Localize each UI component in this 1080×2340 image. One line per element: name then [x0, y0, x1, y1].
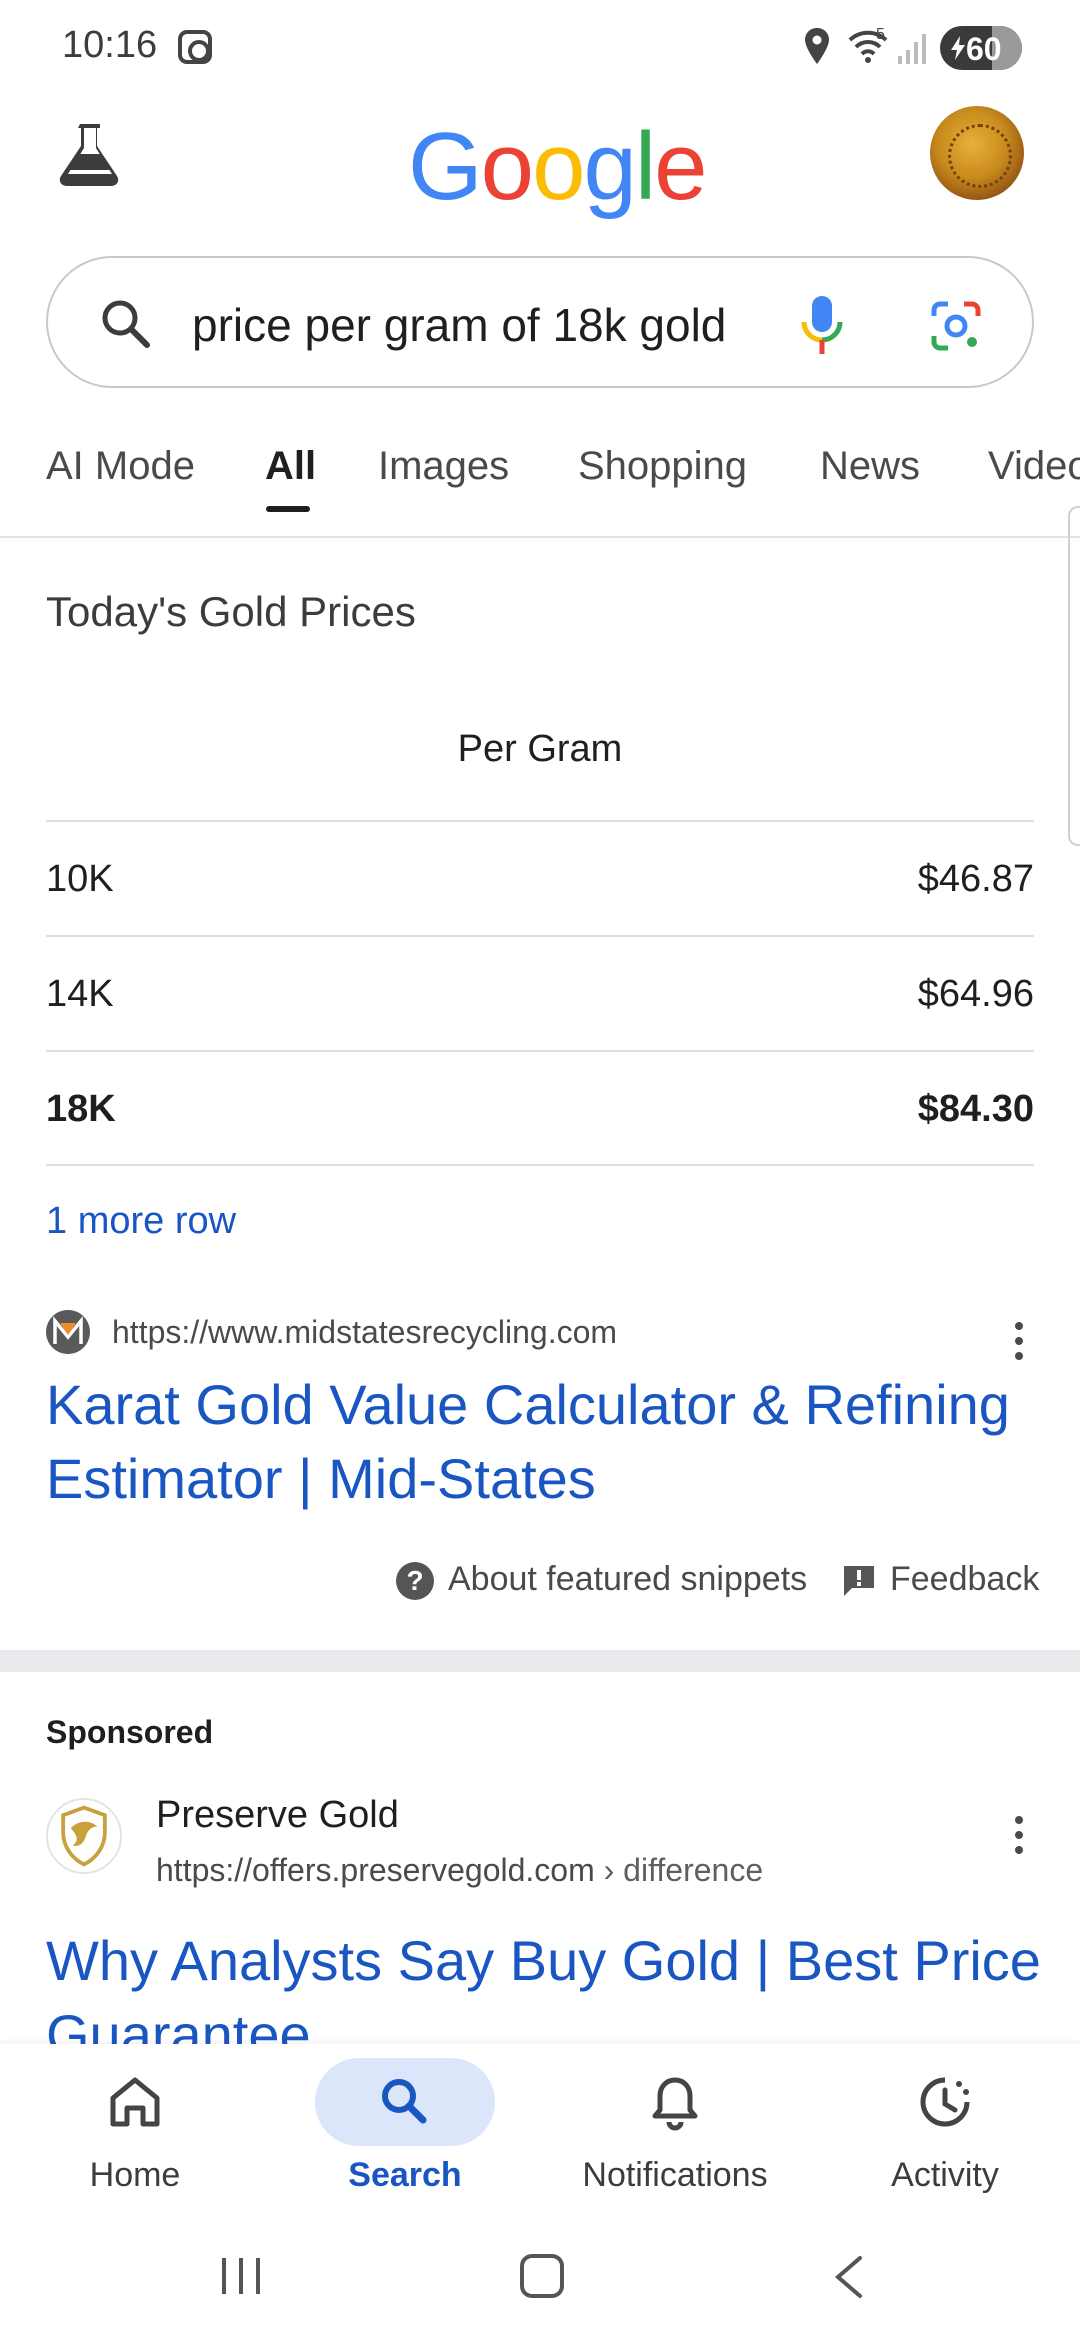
nav-activity[interactable]: Activity	[810, 2044, 1080, 2220]
account-avatar[interactable]	[930, 106, 1024, 200]
karat-label: 10K	[46, 858, 114, 900]
price-value: $64.96	[917, 973, 1034, 1015]
table-column-header: Per Gram	[457, 728, 623, 770]
search-box[interactable]: price per gram of 18k gold	[46, 256, 1034, 388]
tab-shopping[interactable]: Shopping	[578, 444, 747, 489]
ad-url-domain: https://offers.preservegold.com	[156, 1852, 595, 1888]
instagram-notification-icon	[178, 30, 212, 64]
table-divider	[46, 1164, 1034, 1166]
activity-history-icon	[920, 2077, 970, 2127]
nav-home[interactable]: Home	[0, 2044, 270, 2220]
recents-icon[interactable]	[218, 2256, 264, 2296]
sponsored-label: Sponsored	[46, 1714, 214, 1750]
gold-prices-title: Today's Gold Prices	[46, 588, 416, 635]
nav-notifications[interactable]: Notifications	[540, 2044, 810, 2220]
google-logo[interactable]: Google	[408, 112, 708, 222]
ad-more-options-icon[interactable]	[1012, 1816, 1024, 1856]
result-title-link[interactable]: Karat Gold Value Calculator & Refining E…	[46, 1368, 1026, 1516]
search-input[interactable]: price per gram of 18k gold	[192, 298, 726, 352]
nav-activity-label: Activity	[891, 2156, 999, 2194]
bell-icon	[652, 2077, 698, 2131]
battery-indicator: 60	[940, 26, 1022, 70]
back-icon[interactable]	[830, 2254, 866, 2300]
tab-videos[interactable]: Videos	[988, 444, 1080, 489]
status-time: 10:16	[62, 24, 158, 66]
ad-title-link[interactable]: Why Analysts Say Buy Gold | Best Price G…	[46, 1924, 1046, 2044]
nav-search[interactable]: Search	[270, 2044, 540, 2220]
google-lens-icon[interactable]	[928, 298, 984, 354]
tab-all[interactable]: All	[265, 444, 316, 489]
search-icon	[382, 2079, 427, 2124]
logo-letter: o	[480, 113, 534, 220]
search-icon[interactable]	[98, 296, 154, 352]
battery-level: 60	[966, 31, 1002, 67]
logo-letter: g	[583, 113, 636, 220]
system-navigation-bar	[0, 2220, 1080, 2340]
tab-ai-mode[interactable]: AI Mode	[46, 444, 195, 489]
search-tabs: AI Mode All Images Shopping News Videos	[0, 430, 1080, 538]
logo-letter: e	[654, 113, 707, 220]
advertiser-name[interactable]: Preserve Gold	[156, 1794, 399, 1837]
karat-label: 14K	[46, 973, 114, 1015]
table-row-highlighted: 18K $84.30	[46, 1050, 1034, 1164]
ad-url-breadcrumb: › difference	[594, 1852, 764, 1888]
tab-images[interactable]: Images	[378, 444, 509, 489]
status-bar: 10:16 5 60	[0, 0, 1080, 96]
advertiser-logo[interactable]	[46, 1798, 122, 1874]
active-tab-indicator	[266, 506, 310, 512]
help-icon[interactable]: ?	[396, 1562, 434, 1600]
about-featured-snippets-link[interactable]: About featured snippets	[448, 1560, 807, 1599]
logo-letter: o	[532, 113, 585, 220]
price-value: $84.30	[917, 1088, 1034, 1130]
section-divider	[0, 1650, 1080, 1672]
bottom-navigation: Home Search Notifications Activity	[0, 2044, 1080, 2220]
feedback-link[interactable]: Feedback	[890, 1560, 1039, 1599]
result-url[interactable]: https://www.midstatesrecycling.com	[112, 1314, 617, 1351]
karat-label: 18K	[46, 1088, 116, 1130]
system-home-icon[interactable]	[520, 2254, 564, 2298]
home-icon	[110, 2077, 160, 2127]
table-row: 14K $64.96	[46, 935, 1034, 1049]
tab-news[interactable]: News	[820, 444, 920, 489]
price-value: $46.87	[917, 858, 1034, 900]
nav-notifications-label: Notifications	[582, 2156, 768, 2194]
nav-home-label: Home	[89, 2156, 181, 2194]
wifi-badge: 5	[876, 26, 885, 43]
charging-bolt-icon	[951, 36, 965, 60]
ad-url[interactable]: https://offers.preservegold.com › differ…	[156, 1852, 763, 1889]
more-rows-link[interactable]: 1 more row	[46, 1200, 236, 1243]
feedback-icon[interactable]	[842, 1564, 876, 1598]
microphone-icon[interactable]	[800, 294, 844, 356]
more-options-icon[interactable]	[1012, 1322, 1024, 1362]
logo-letter: l	[634, 113, 656, 220]
site-favicon[interactable]	[46, 1310, 90, 1354]
table-row: 10K $46.87	[46, 820, 1034, 934]
signal-icon	[898, 34, 926, 64]
location-icon	[805, 28, 829, 64]
scroll-indicator	[1068, 506, 1080, 846]
nav-search-label: Search	[348, 2156, 462, 2194]
logo-letter: G	[408, 113, 483, 220]
labs-flask-icon[interactable]	[54, 118, 126, 190]
